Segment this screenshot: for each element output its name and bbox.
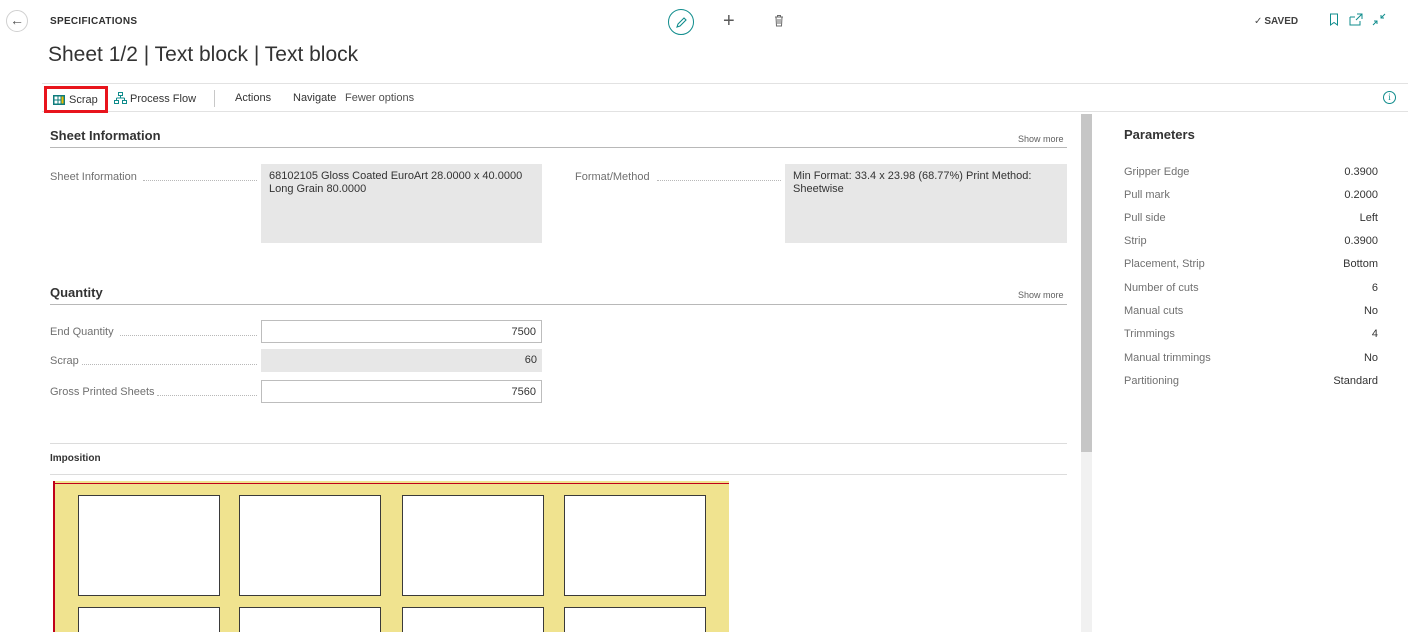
parameter-label: Gripper Edge: [1124, 166, 1190, 178]
plus-icon: +: [723, 10, 735, 32]
gross-printed-sheets-label: Gross Printed Sheets: [50, 386, 155, 398]
imposition-page-cell: [402, 607, 544, 632]
gross-printed-sheets-input[interactable]: 7560: [261, 380, 542, 403]
label-leader: [120, 335, 257, 336]
page-title: Sheet 1/2 | Text block | Text block: [48, 43, 359, 66]
imposition-page-cell: [239, 607, 381, 632]
scrap-grid-icon: [53, 95, 65, 105]
edit-button[interactable]: [668, 9, 694, 35]
info-icon[interactable]: i: [1383, 91, 1396, 104]
scrap-value: 60: [261, 349, 542, 372]
parameter-value[interactable]: No: [1364, 352, 1378, 364]
parameter-label: Pull side: [1124, 212, 1166, 224]
end-quantity-label: End Quantity: [50, 326, 114, 338]
parameter-label: Partitioning: [1124, 375, 1180, 387]
new-button[interactable]: +: [723, 9, 735, 33]
imposition-page-cell: [402, 495, 544, 596]
imposition-page-cell: [239, 495, 381, 596]
parameter-label: Placement, Strip: [1124, 258, 1205, 270]
parameter-value[interactable]: 0.3900: [1344, 235, 1378, 247]
parameters-title: Parameters: [1124, 127, 1195, 142]
collapse-button[interactable]: [1372, 13, 1386, 29]
parameter-label: Number of cuts: [1124, 282, 1199, 294]
parameter-label: Strip: [1124, 235, 1147, 247]
parameter-row: Strip 0.3900: [1124, 235, 1378, 253]
fewer-options-button[interactable]: Fewer options: [345, 92, 414, 104]
parameter-label: Pull mark: [1124, 189, 1170, 201]
open-new-window-button[interactable]: [1349, 13, 1363, 29]
imposition-title: Imposition: [50, 453, 101, 464]
parameter-value[interactable]: 0.3900: [1344, 166, 1378, 178]
parameter-row: Pull mark 0.2000: [1124, 189, 1378, 207]
parameter-value[interactable]: No: [1364, 305, 1378, 317]
delete-button[interactable]: [773, 14, 785, 30]
arrow-left-icon: ←: [10, 12, 24, 28]
section-divider: [50, 304, 1067, 305]
parameter-label: Trimmings: [1124, 328, 1175, 340]
scrollbar-thumb[interactable]: [1081, 114, 1092, 452]
scrap-label: Scrap: [50, 355, 79, 367]
parameter-label: Manual cuts: [1124, 305, 1184, 317]
quantity-show-more[interactable]: Show more: [1018, 290, 1064, 300]
actions-menu[interactable]: Actions: [235, 92, 271, 104]
parameter-label: Manual trimmings: [1124, 352, 1211, 364]
label-leader: [657, 180, 781, 181]
section-divider: [50, 147, 1067, 148]
imposition-page-cell: [78, 495, 220, 596]
action-separator: [214, 90, 215, 107]
scrap-action-button[interactable]: Scrap: [44, 86, 108, 113]
trash-icon: [775, 15, 783, 27]
entity-type-label: SPECIFICATIONS: [50, 16, 138, 27]
navigate-menu[interactable]: Navigate: [293, 92, 336, 104]
end-quantity-input[interactable]: 7500: [261, 320, 542, 343]
hierarchy-icon: [114, 92, 127, 104]
saved-status: ✓ SAVED: [1254, 16, 1298, 27]
parameter-row: Number of cuts 6: [1124, 282, 1378, 300]
back-button[interactable]: ←: [6, 10, 28, 32]
section-divider: [50, 443, 1067, 444]
parameter-value[interactable]: Bottom: [1343, 258, 1378, 270]
sheet-information-value: 68102105 Gloss Coated EuroArt 28.0000 x …: [261, 164, 542, 243]
label-leader: [82, 364, 257, 365]
sheet-information-title: Sheet Information: [50, 128, 161, 143]
imposition-page-cell: [564, 607, 706, 632]
scrap-action-label: Scrap: [69, 94, 98, 106]
format-method-label: Format/Method: [575, 171, 650, 183]
sheet-information-show-more[interactable]: Show more: [1018, 134, 1064, 144]
label-leader: [143, 180, 257, 181]
collapse-icon: [1372, 13, 1386, 26]
saved-label: SAVED: [1264, 16, 1299, 27]
parameter-row: Gripper Edge 0.3900: [1124, 166, 1378, 184]
format-method-value: Min Format: 33.4 x 23.98 (68.77%) Print …: [785, 164, 1067, 243]
parameter-value[interactable]: 0.2000: [1344, 189, 1378, 201]
parameter-value[interactable]: Left: [1360, 212, 1378, 224]
parameter-row: Partitioning Standard: [1124, 375, 1378, 393]
parameter-row: Placement, Strip Bottom: [1124, 258, 1378, 276]
parameter-row: Trimmings 4: [1124, 328, 1378, 346]
label-leader: [157, 395, 257, 396]
process-flow-label: Process Flow: [130, 93, 197, 105]
bookmark-button[interactable]: [1329, 13, 1339, 29]
gripper-line: [55, 483, 729, 484]
process-flow-button[interactable]: Process Flow: [114, 92, 196, 105]
check-icon: ✓: [1254, 16, 1263, 27]
action-bar: Scrap Process Flow Actions Navigate Fewe…: [42, 83, 1408, 113]
quantity-title: Quantity: [50, 285, 103, 300]
parameter-value[interactable]: 4: [1372, 328, 1378, 340]
imposition-page-cell: [78, 607, 220, 632]
open-in-new-window-icon: [1349, 13, 1363, 26]
bookmark-icon: [1330, 13, 1338, 26]
parameter-value[interactable]: Standard: [1333, 375, 1378, 387]
imposition-page-cell: [564, 495, 706, 596]
pencil-icon: [676, 17, 687, 28]
sheet-information-label: Sheet Information: [50, 171, 137, 183]
parameter-row: Manual trimmings No: [1124, 352, 1378, 370]
parameter-row: Pull side Left: [1124, 212, 1378, 230]
imposition-layout: [53, 481, 729, 632]
section-divider: [50, 474, 1067, 475]
parameter-row: Manual cuts No: [1124, 305, 1378, 323]
parameter-value[interactable]: 6: [1372, 282, 1378, 294]
